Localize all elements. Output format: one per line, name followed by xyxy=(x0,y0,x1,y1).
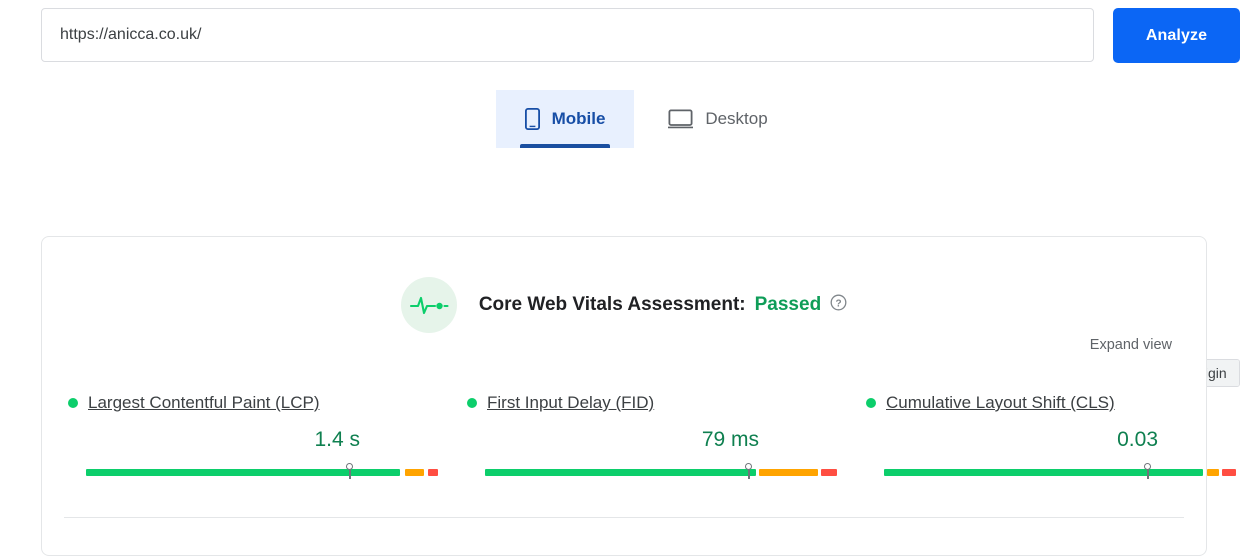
svg-text:?: ? xyxy=(836,298,842,309)
pulse-heartbeat-icon xyxy=(400,277,457,333)
bar-segment-poor xyxy=(427,469,438,476)
metric-distribution-bar xyxy=(485,463,837,479)
bar-segment-needs-improvement xyxy=(759,469,818,476)
metric-fid: First Input Delay (FID) 79 ms xyxy=(467,392,837,479)
metric-value-marker xyxy=(745,463,754,479)
marker-stem xyxy=(1147,469,1150,479)
metric-value-cls: 0.03 xyxy=(1117,428,1158,451)
bar-segment-good xyxy=(485,469,756,476)
metric-value-marker xyxy=(1144,463,1153,479)
metric-link-lcp[interactable]: Largest Contentful Paint (LCP) xyxy=(88,393,320,413)
metric-value-fid: 79 ms xyxy=(701,428,759,451)
metric-cls: Cumulative Layout Shift (CLS) 0.03 xyxy=(866,392,1236,479)
metric-label-row: Cumulative Layout Shift (CLS) xyxy=(866,392,1226,414)
metric-label-row: Largest Contentful Paint (LCP) xyxy=(68,392,428,414)
metric-link-fid[interactable]: First Input Delay (FID) xyxy=(487,393,654,413)
field-data-card: Core Web Vitals Assessment: Passed ? Exp… xyxy=(41,236,1236,556)
metric-link-cls[interactable]: Cumulative Layout Shift (CLS) xyxy=(886,393,1115,413)
card-divider xyxy=(64,517,1184,518)
metric-status-dot xyxy=(467,398,477,408)
metric-distribution-bar xyxy=(884,463,1236,479)
tab-mobile-label: Mobile xyxy=(551,109,606,128)
bar-segment-poor xyxy=(821,469,837,476)
cwv-title-text: Core Web Vitals Assessment: xyxy=(478,294,746,315)
discover-row: Discover what your real users are experi… xyxy=(0,175,1247,388)
device-tabs: Mobile Desktop xyxy=(0,90,1247,150)
tab-desktop[interactable]: Desktop xyxy=(648,90,788,148)
bar-segment-poor xyxy=(1222,469,1236,476)
bar-segment-needs-improvement xyxy=(405,469,425,476)
url-bar-row: Analyze xyxy=(0,0,1247,70)
metric-value-lcp: 1.4 s xyxy=(314,428,360,451)
analyze-button[interactable]: Analyze xyxy=(1113,8,1240,63)
marker-stem xyxy=(748,469,751,479)
expand-view-link[interactable]: Expand view xyxy=(1090,337,1172,353)
marker-stem xyxy=(349,469,352,479)
core-web-vitals-metrics: Largest Contentful Paint (LCP) 1.4 s Fir… xyxy=(42,392,1236,502)
url-input[interactable] xyxy=(41,8,1094,62)
desktop-icon xyxy=(668,109,694,129)
cwv-assessment-header: Core Web Vitals Assessment: Passed ? xyxy=(42,277,1206,333)
mobile-icon xyxy=(524,108,540,130)
cwv-title: Core Web Vitals Assessment: Passed ? xyxy=(479,294,847,317)
metric-lcp: Largest Contentful Paint (LCP) 1.4 s xyxy=(68,392,438,479)
bar-segment-good xyxy=(884,469,1204,476)
metric-status-dot xyxy=(866,398,876,408)
tab-active-underline xyxy=(520,144,610,148)
cwv-status-passed: Passed xyxy=(754,294,822,315)
help-question-icon[interactable]: ? xyxy=(830,294,847,317)
metric-value-marker xyxy=(346,463,355,479)
metric-status-dot xyxy=(68,398,78,408)
metric-distribution-bar xyxy=(86,463,438,479)
tab-desktop-label: Desktop xyxy=(705,109,768,128)
bar-segment-needs-improvement xyxy=(1206,469,1219,476)
metric-label-row: First Input Delay (FID) xyxy=(467,392,827,414)
tab-mobile[interactable]: Mobile xyxy=(496,90,634,148)
